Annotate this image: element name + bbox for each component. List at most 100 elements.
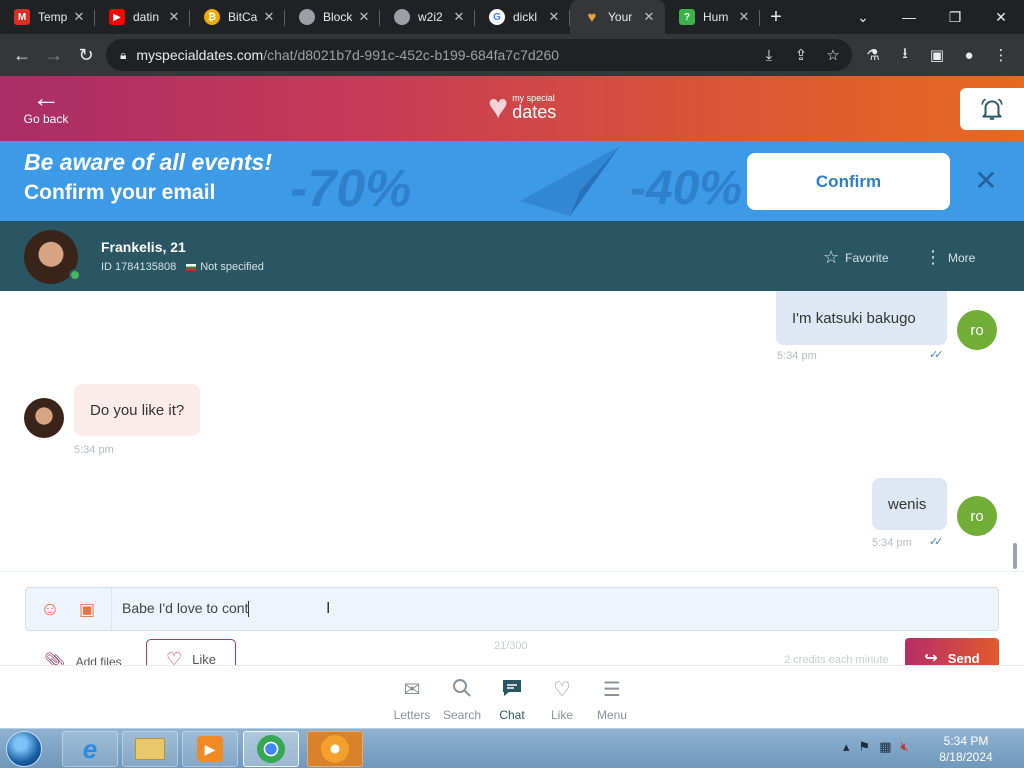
sticker-icon[interactable]: ▣ xyxy=(76,599,98,621)
tab-close-icon[interactable]: ✕ xyxy=(641,9,657,25)
confirm-email-button[interactable]: Confirm xyxy=(747,153,950,210)
chat-icon xyxy=(487,678,537,702)
tab-close-icon[interactable]: ✕ xyxy=(166,9,182,25)
browser-tab[interactable]: M Temp ✕ xyxy=(0,0,95,34)
window-close-icon[interactable]: ✕ xyxy=(978,0,1024,34)
nav-search[interactable]: Search xyxy=(437,678,487,722)
site-logo[interactable]: ♥ my special dates xyxy=(488,90,556,124)
taskbar-clock[interactable]: 5:34 PM 8/18/2024 xyxy=(930,733,1002,765)
nav-letters[interactable]: ✉ Letters xyxy=(387,678,437,722)
add-files-label: Add files xyxy=(75,655,122,665)
nav-label: Letters xyxy=(393,708,431,722)
minimize-icon[interactable]: — xyxy=(886,0,932,34)
tab-close-icon[interactable]: ✕ xyxy=(71,9,87,25)
browser-tab[interactable]: w2i2 ✕ xyxy=(380,0,475,34)
message-input[interactable]: Babe I'd love to cont xyxy=(122,600,250,618)
nav-like[interactable]: ♡ Like xyxy=(537,678,587,722)
tab-close-icon[interactable]: ✕ xyxy=(736,9,752,25)
tab-close-icon[interactable]: ✕ xyxy=(356,9,372,25)
taskbar-file-explorer[interactable] xyxy=(122,731,178,767)
google-favicon-icon: G xyxy=(489,9,505,25)
contact-avatar[interactable] xyxy=(24,398,64,438)
add-files-button[interactable]: 📎︎ Add files xyxy=(44,652,122,665)
more-button[interactable]: ⋮ More xyxy=(924,247,975,268)
browser-tab-active[interactable]: ♥ Your ✕ xyxy=(570,0,665,34)
gmail-favicon-icon: M xyxy=(14,9,30,25)
profile-name[interactable]: Frankelis, 21 xyxy=(101,239,186,255)
menu-icon: ☰ xyxy=(603,679,621,701)
message-timestamp: 5:34 pm xyxy=(777,350,817,362)
labs-flask-icon[interactable]: ⚗ xyxy=(861,43,885,67)
taskbar-chrome[interactable] xyxy=(243,731,299,767)
taskbar-media-player[interactable]: ▶ xyxy=(182,731,238,767)
taskbar-app[interactable] xyxy=(307,731,363,767)
incoming-message-bubble: Do you like it? xyxy=(74,384,201,436)
taskbar-internet-explorer[interactable]: e xyxy=(62,731,118,767)
tab-close-icon[interactable]: ✕ xyxy=(451,9,467,25)
browser-tab[interactable]: ₿ BitCa ✕ xyxy=(190,0,285,34)
notifications-button[interactable] xyxy=(960,88,1024,130)
like-label: Like xyxy=(192,651,216,666)
youtube-favicon-icon: ▶ xyxy=(109,9,125,25)
profile-meta: ID 1784135808 Not specified xyxy=(101,261,264,273)
paper-plane-decor-icon xyxy=(520,146,620,216)
banner-subline: Confirm your email xyxy=(24,181,216,204)
question-favicon-icon: ? xyxy=(679,9,695,25)
action-center-flag-icon[interactable]: ⚑ xyxy=(859,739,871,755)
downloads-icon[interactable]: ⭳ xyxy=(893,43,917,67)
text-caret xyxy=(248,601,250,618)
go-back-label: Go back xyxy=(23,112,69,126)
logo-big-text: dates xyxy=(512,102,557,122)
volume-muted-icon[interactable]: 🔇︎ xyxy=(900,739,908,755)
tab-title: w2i2 xyxy=(418,10,443,24)
internet-explorer-icon: e xyxy=(82,733,98,764)
network-icon[interactable]: ▦ xyxy=(879,739,891,755)
message-input-container[interactable]: ☺ ▣ Babe I'd love to cont I xyxy=(25,587,999,631)
nav-menu[interactable]: ☰ Menu xyxy=(587,678,637,722)
new-tab-button[interactable]: + xyxy=(760,0,792,34)
install-app-icon[interactable]: ⤓ xyxy=(757,43,781,67)
globe-favicon-icon xyxy=(299,9,315,25)
clock-time: 5:34 PM xyxy=(943,734,989,748)
bitcoin-favicon-icon: ₿ xyxy=(204,9,220,25)
favorite-button[interactable]: ☆ Favorite xyxy=(823,247,889,268)
browser-tab[interactable]: G dickl ✕ xyxy=(475,0,570,34)
close-banner-icon[interactable]: ✕ xyxy=(972,167,1000,195)
tab-close-icon[interactable]: ✕ xyxy=(261,9,277,25)
start-button[interactable] xyxy=(6,731,42,767)
banner-decor-discount: -70% xyxy=(290,160,412,218)
forward-arrow-icon[interactable]: → xyxy=(38,39,70,71)
chat-scrollbar[interactable] xyxy=(1013,543,1017,569)
browser-tab[interactable]: Block ✕ xyxy=(285,0,380,34)
emoji-smile-icon[interactable]: ☺ xyxy=(39,599,61,621)
paperclip-icon: 📎︎ xyxy=(44,652,66,665)
credits-note: 2 credits each minute xyxy=(784,654,889,665)
user-avatar: ro xyxy=(957,310,997,350)
tab-title: dickl xyxy=(513,10,538,24)
url-host: myspecialdates.com xyxy=(136,47,264,63)
bookmark-star-icon[interactable]: ☆ xyxy=(821,43,845,67)
tab-search-chevron-icon[interactable]: ⌄ xyxy=(840,0,886,34)
show-hidden-icons-icon[interactable]: ▴ xyxy=(843,739,850,755)
kebab-menu-icon[interactable]: ⋮ xyxy=(989,43,1013,67)
address-bar[interactable]: 🔒︎ myspecialdates.com/chat/d8021b7d-991c… xyxy=(106,39,852,71)
reload-icon[interactable]: ↻ xyxy=(70,39,102,71)
profile-icon[interactable]: ● xyxy=(957,43,981,67)
flag-icon xyxy=(186,263,197,271)
share-icon[interactable]: ⇪ xyxy=(789,43,813,67)
browser-tab[interactable]: ? Hum ✕ xyxy=(665,0,760,34)
send-button[interactable]: ↪ Send xyxy=(905,638,999,665)
like-button[interactable]: ♡ Like xyxy=(146,639,236,665)
tab-close-icon[interactable]: ✕ xyxy=(546,9,562,25)
globe-favicon-icon xyxy=(394,9,410,25)
heart-icon: ♡ xyxy=(553,679,571,701)
nav-chat[interactable]: Chat xyxy=(487,678,537,722)
nav-label: Like xyxy=(550,708,573,722)
tab-title: datin xyxy=(133,10,160,24)
side-panel-icon[interactable]: ▣ xyxy=(925,43,949,67)
chrome-icon xyxy=(257,735,285,763)
back-arrow-icon[interactable]: ← xyxy=(6,39,38,71)
restore-icon[interactable]: ❐ xyxy=(932,0,978,34)
browser-tab[interactable]: ▶ datin ✕ xyxy=(95,0,190,34)
go-back-button[interactable]: ← Go back xyxy=(18,84,74,127)
